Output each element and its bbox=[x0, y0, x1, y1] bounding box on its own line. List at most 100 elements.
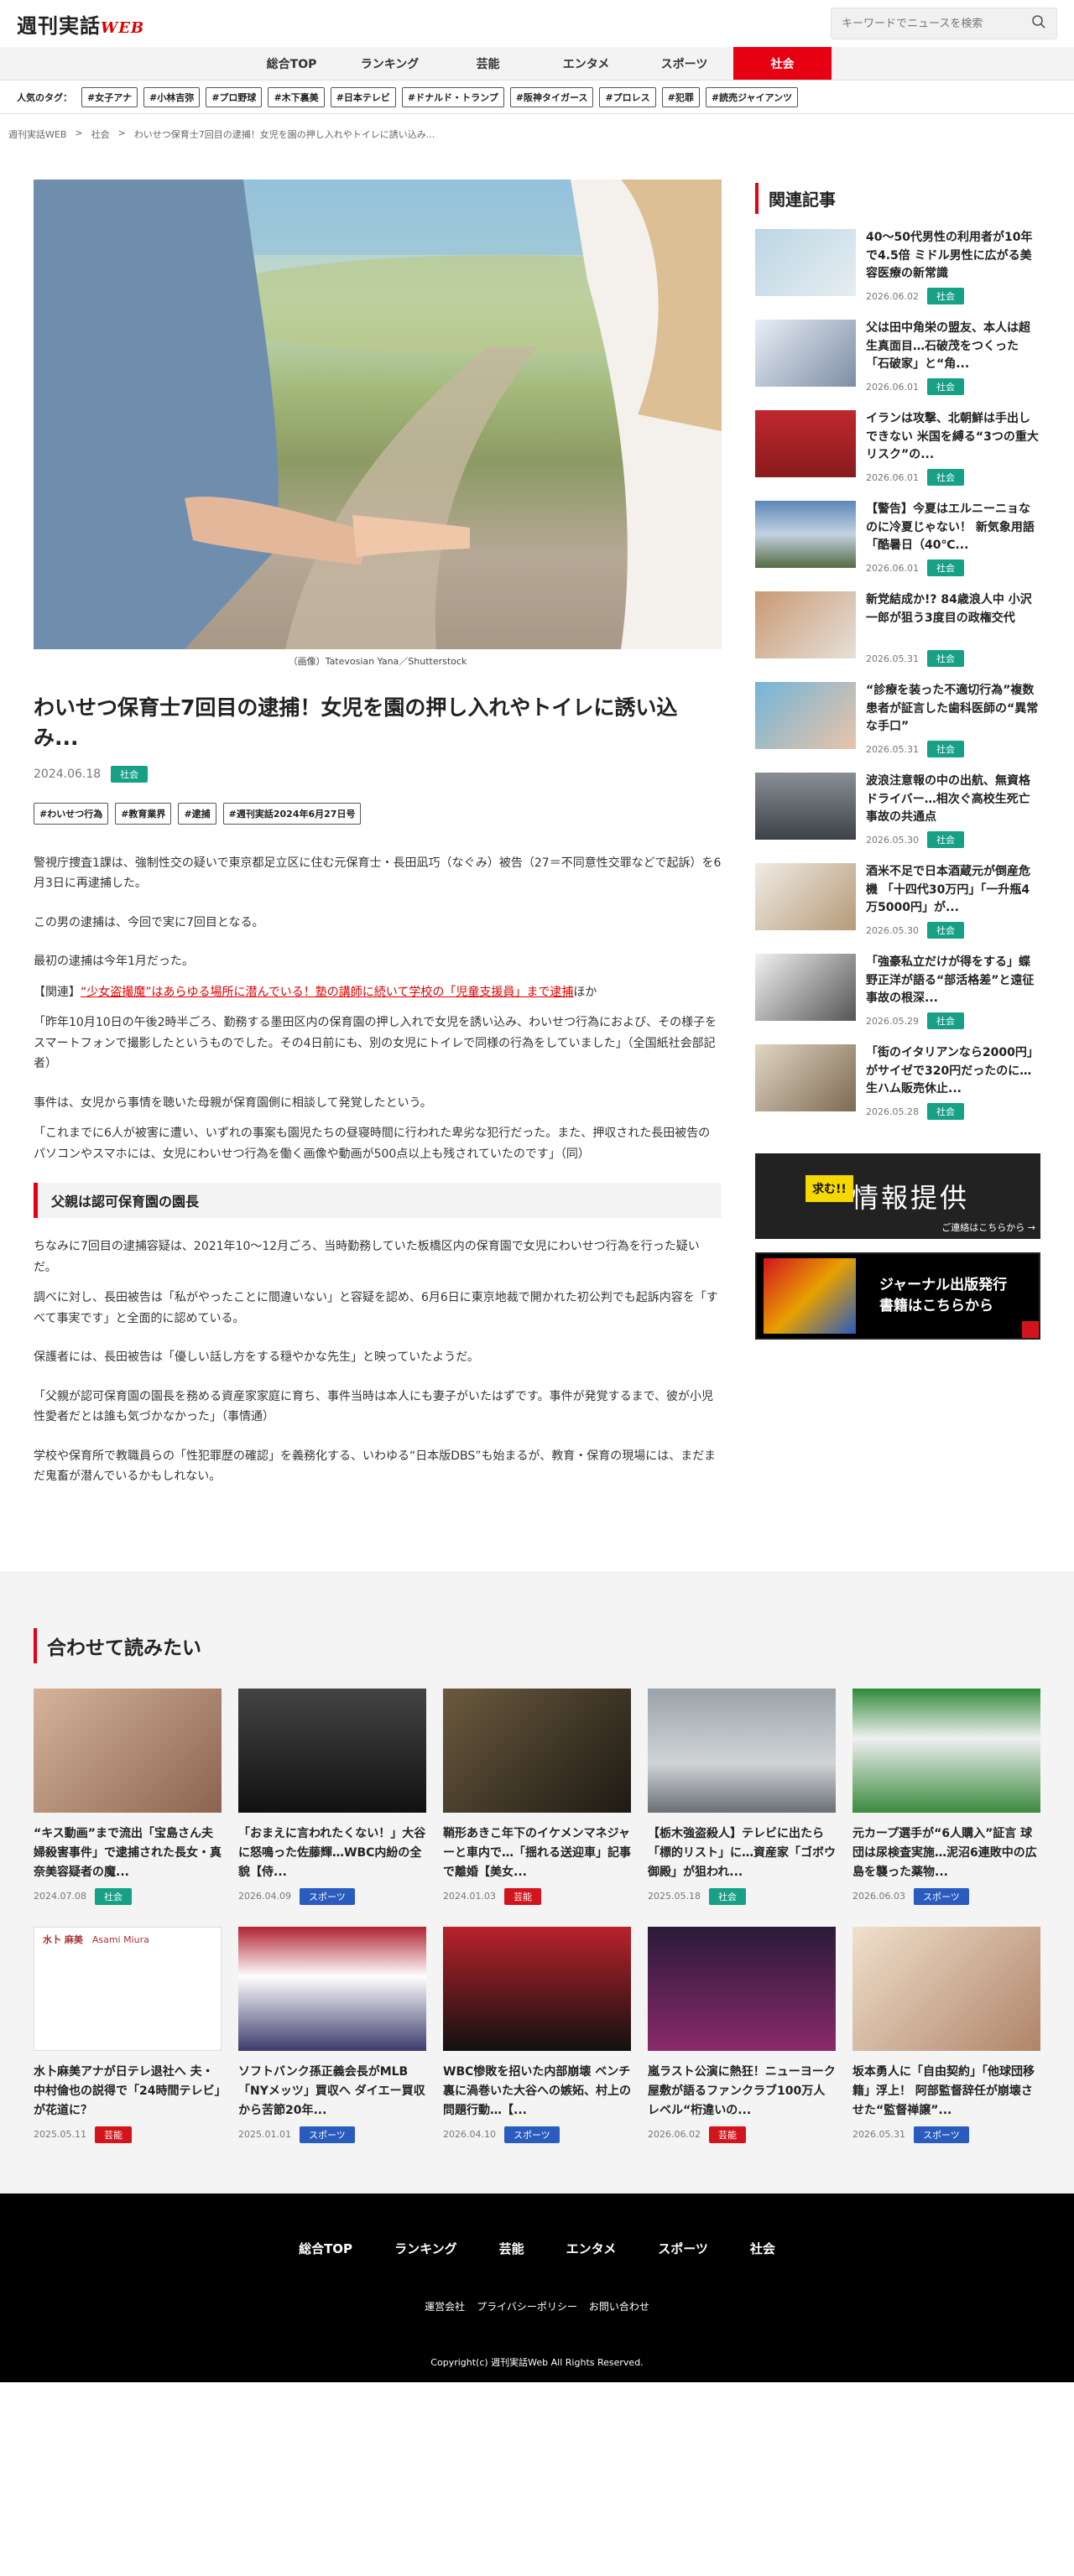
sidebar-article-date: 2026.05.31 bbox=[866, 653, 919, 664]
recommended-card[interactable]: 【栃木強盗殺人】テレビに出たら「標的リスト」に…資産家「ゴボウ御殿」が狙われ..… bbox=[648, 1688, 836, 1905]
books-banner[interactable]: ジャーナル出版発行 書籍はこちらから bbox=[755, 1252, 1040, 1340]
nav-enta[interactable]: エンタメ bbox=[537, 47, 635, 80]
site-logo[interactable]: 週刊実話WEB bbox=[17, 9, 144, 39]
card-date: 2026.04.09 bbox=[238, 1891, 291, 1902]
recommended-card[interactable]: 鞘形あきこ年下のイケメンマネジャーと車内で…「揺れる送迎車」記事で離婚【美女..… bbox=[443, 1688, 631, 1905]
sidebar-article[interactable]: 酒米不足で日本酒蔵元が倒産危機 「十四代30万円」「一升瓶4万5000円」が..… bbox=[755, 863, 1040, 939]
card-date: 2026.06.03 bbox=[852, 1891, 905, 1902]
card-image bbox=[34, 1688, 222, 1813]
article-paragraph: ちなみに7回目の逮捕容疑は、2021年10～12月ごろ、当時勤務していた板橋区内… bbox=[34, 1240, 700, 1274]
recommended-card[interactable]: 元カープ選手が“6人購入”証言 球団は尿検査実施…泥沼6連敗中の広島を襲った薬物… bbox=[852, 1688, 1040, 1905]
article-paragraph: 警視庁捜査1課は、強制性交の疑いで東京都足立区に住む元保育士・長田凪巧（なぐみ）… bbox=[34, 856, 722, 891]
search-input[interactable] bbox=[842, 17, 1026, 30]
article-tag[interactable]: #週刊実話2024年6月27日号 bbox=[222, 802, 362, 825]
popular-tag[interactable]: #小林吉弥 bbox=[143, 86, 201, 107]
sidebar-article-title: 新党結成か!? 84歳浪人中 小沢一郎が狙う3度目の政権交代 bbox=[866, 593, 1032, 625]
sidebar-article[interactable]: 父は田中角栄の盟友、本人は超生真面目…石破茂をつくった「石破家」と“角... 20… bbox=[755, 320, 1040, 395]
sidebar-article-title: 「強豪私立だけが得をする」蝶野正洋が語る“部活格差”と遠征事故の根深... bbox=[866, 955, 1035, 1006]
footer-link-contact[interactable]: お問い合わせ bbox=[589, 2299, 649, 2313]
popular-tag[interactable]: #木下裏美 bbox=[268, 86, 325, 107]
footer-nav-item[interactable]: 芸能 bbox=[499, 2240, 524, 2257]
recommended-card[interactable]: 嵐ラスト公演に熱狂！ニューヨーク屋敷が語るファンクラブ100万人レベル“桁違いの… bbox=[648, 1926, 836, 2143]
sidebar-thumb bbox=[755, 682, 856, 749]
nav-top[interactable]: 総合TOP bbox=[242, 47, 341, 80]
recommended-card[interactable]: ソフトバンク孫正義会長がMLB「NYメッツ」買収へ ダイエー買収から苦節20年.… bbox=[238, 1926, 426, 2143]
sidebar-thumb bbox=[755, 954, 856, 1021]
sidebar-article[interactable]: イランは攻撃、北朝鮮は手出しできない 米国を縛る“3つの重大リスク”の... 20… bbox=[755, 410, 1040, 486]
article-meta: 2024.06.18 社会 bbox=[34, 765, 722, 783]
search-icon[interactable] bbox=[1031, 14, 1046, 33]
sidebar-article-category: 社会 bbox=[926, 469, 964, 486]
sidebar-article-date: 2026.05.30 bbox=[866, 924, 919, 936]
info-banner-title: 情報提供 bbox=[851, 1182, 969, 1214]
image-caption: （画像）Tatevosian Yana／Shutterstock bbox=[288, 656, 467, 667]
popular-tag[interactable]: #プロレス bbox=[599, 86, 656, 107]
article-tag[interactable]: #教育業界 bbox=[115, 802, 172, 825]
nav-society[interactable]: 社会 bbox=[733, 47, 832, 80]
card-category: 芸能 bbox=[503, 1887, 541, 1905]
popular-tag[interactable]: #女子アナ bbox=[81, 86, 138, 107]
recommended-card[interactable]: “キス動画”まで流出「宝島さん夫婦殺害事件」で逮捕された長女・真奈美容疑者の魔.… bbox=[34, 1688, 222, 1905]
footer-link-privacy[interactable]: プライバシーポリシー bbox=[477, 2299, 577, 2313]
sidebar-article-category: 社会 bbox=[926, 922, 964, 939]
recommended-card[interactable]: 坂本勇人に「自由契約」「他球団移籍」浮上！ 阿部監督辞任が崩壊させた“監督禅譲”… bbox=[852, 1926, 1040, 2143]
card-date: 2025.01.01 bbox=[238, 2129, 291, 2140]
popular-tag[interactable]: #犯罪 bbox=[661, 86, 700, 107]
main-content: （画像）Tatevosian Yana／Shutterstock わいせつ保育士… bbox=[0, 154, 1074, 1487]
sidebar-article[interactable]: 【警告】今夏はエルニーニョなのに冷夏じゃない！ 新気象用語「酷暑日（40℃...… bbox=[755, 501, 1040, 576]
footer-nav-item[interactable]: 総合TOP bbox=[299, 2240, 352, 2257]
card-image bbox=[648, 1926, 836, 2051]
sidebar-article[interactable]: “診療を装った不適切行為”複数患者が証言した歯科医師の“異常な手口” 2026.0… bbox=[755, 682, 1040, 757]
sidebar-title: 関連記事 bbox=[755, 183, 1040, 214]
sidebar-article-title: 波浪注意報の中の出航、無資格ドライバー…相次ぐ高校生死亡事故の共通点 bbox=[866, 774, 1030, 825]
popular-tag[interactable]: #ドナルド・トランプ bbox=[401, 86, 504, 107]
article-paragraph: 「父親が認可保育園の園長を務める資産家家庭に育ち、事件当時は本人にも妻子がいたは… bbox=[34, 1389, 714, 1424]
popular-tag[interactable]: #阪神タイガース bbox=[509, 86, 594, 107]
popular-tag[interactable]: #読売ジャイアンツ bbox=[705, 86, 799, 107]
card-date: 2025.05.18 bbox=[648, 1891, 701, 1902]
recommended-card[interactable]: 水卜 麻美 Asami Miura 水卜麻美アナが日テレ退社へ 夫・中村倫也の説得… bbox=[34, 1926, 222, 2143]
article-category-badge[interactable]: 社会 bbox=[111, 765, 149, 783]
footer-link-company[interactable]: 運営会社 bbox=[425, 2299, 465, 2313]
site-footer: 総合TOP ランキング 芸能 エンタメ スポーツ 社会 運営会社 プライバシーポ… bbox=[0, 2193, 1074, 2382]
card-image bbox=[443, 1926, 631, 2051]
nav-ranking[interactable]: ランキング bbox=[341, 47, 439, 80]
breadcrumb-category[interactable]: 社会 bbox=[91, 127, 110, 141]
breadcrumb-separator: > bbox=[75, 127, 83, 138]
sidebar-article[interactable]: 「街のイタリアンなら2000円」がサイゼで320円だったのに…生ハム販売休止..… bbox=[755, 1044, 1040, 1120]
article-tag[interactable]: #逮捕 bbox=[178, 802, 216, 825]
sidebar-article-category: 社会 bbox=[926, 1012, 964, 1029]
related-link[interactable]: “少女盗撮魔”はあらゆる場所に潜んでいる！塾の講師に続いて学校の「児童支援員」ま… bbox=[81, 986, 573, 999]
sidebar-thumb bbox=[755, 229, 856, 296]
card-image: 水卜 麻美 Asami Miura bbox=[34, 1926, 222, 2051]
article: （画像）Tatevosian Yana／Shutterstock わいせつ保育士… bbox=[34, 154, 722, 1487]
popular-tag[interactable]: #日本テレビ bbox=[330, 86, 396, 107]
info-banner[interactable]: 求む!! 情報提供 ご連絡はこちらから → bbox=[755, 1153, 1040, 1239]
article-tag[interactable]: #わいせつ行為 bbox=[34, 802, 109, 825]
card-category: 社会 bbox=[708, 1887, 746, 1905]
popular-tag[interactable]: #プロ野球 bbox=[206, 86, 263, 107]
recommended-card[interactable]: WBC惨敗を招いた内部崩壊 ベンチ裏に渦巻いた大谷への嫉妬、村上の問題行動…【.… bbox=[443, 1926, 631, 2143]
card-date: 2024.01.03 bbox=[443, 1891, 496, 1902]
sidebar-article-date: 2026.05.28 bbox=[866, 1106, 919, 1117]
nav-sports[interactable]: スポーツ bbox=[635, 47, 733, 80]
footer-nav-item[interactable]: 社会 bbox=[750, 2240, 775, 2257]
sidebar-article[interactable]: 新党結成か!? 84歳浪人中 小沢一郎が狙う3度目の政権交代 2026.05.31… bbox=[755, 591, 1040, 667]
recommended-card[interactable]: 「おまえに言われたくない！」大谷に怒鳴った佐藤輝…WBC内紛の全貌【侍... 20… bbox=[238, 1688, 426, 1905]
nav-entertainment[interactable]: 芸能 bbox=[439, 47, 537, 80]
books-banner-line1: ジャーナル出版発行 bbox=[879, 1276, 1008, 1293]
card-category: 芸能 bbox=[708, 2126, 746, 2143]
info-banner-badge: 求む!! bbox=[806, 1175, 853, 1202]
breadcrumb-home[interactable]: 週刊実話WEB bbox=[8, 127, 66, 141]
sidebar-article[interactable]: 波浪注意報の中の出航、無資格ドライバー…相次ぐ高校生死亡事故の共通点 2026.0… bbox=[755, 773, 1040, 848]
sidebar-article[interactable]: 40～50代男性の利用者が10年で4.5倍 ミドル男性に広がる美容医療の新常識 2… bbox=[755, 229, 1040, 304]
recommended-grid: “キス動画”まで流出「宝島さん夫婦殺害事件」で逮捕された長女・真奈美容疑者の魔.… bbox=[34, 1688, 1040, 2143]
sidebar-article[interactable]: 「強豪私立だけが得をする」蝶野正洋が語る“部活格差”と遠征事故の根深... 202… bbox=[755, 954, 1040, 1029]
popular-tags: 人気のタグ： #女子アナ #小林吉弥 #プロ野球 #木下裏美 #日本テレビ #ド… bbox=[0, 81, 1074, 114]
footer-nav-item[interactable]: エンタメ bbox=[566, 2240, 617, 2257]
sidebar-article-category: 社会 bbox=[926, 288, 964, 304]
sidebar-thumb bbox=[755, 863, 856, 930]
footer-nav-item[interactable]: スポーツ bbox=[658, 2240, 708, 2257]
footer-nav-item[interactable]: ランキング bbox=[394, 2240, 457, 2257]
sidebar-article-category: 社会 bbox=[926, 378, 964, 395]
